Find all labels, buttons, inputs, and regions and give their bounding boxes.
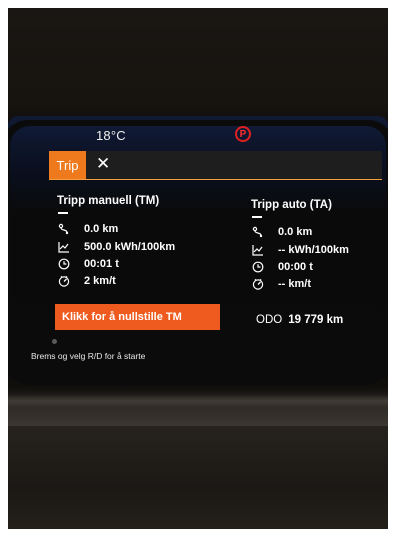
odometer-value: 19 779 km — [288, 314, 344, 326]
trip-manual-underline — [58, 212, 68, 214]
tab-trip[interactable]: Trip — [49, 151, 86, 179]
consumption-graph-icon — [58, 242, 69, 253]
speedometer-icon — [58, 275, 70, 287]
clock-icon — [58, 258, 70, 270]
trip-auto-time-row: 00:00 t — [252, 260, 313, 274]
trip-auto-distance: 0.0 km — [278, 226, 313, 238]
trip-manual-speed: 2 km/t — [84, 275, 116, 287]
trip-header: Trip ✕ — [49, 151, 382, 180]
trip-manual-title: Tripp manuell (TM) — [57, 195, 160, 207]
close-icon[interactable]: ✕ — [96, 154, 110, 174]
trip-auto-speed-row: -- km/t — [252, 277, 311, 291]
clock-icon — [252, 261, 264, 273]
trip-auto-underline — [252, 216, 262, 218]
odometer-label: ODO — [256, 314, 283, 326]
consumption-graph-icon — [252, 245, 263, 256]
odometer: ODO 19 779 km — [256, 314, 343, 326]
reset-trip-manual-button[interactable]: Klikk for å nullstille TM — [55, 304, 220, 330]
trip-manual-speed-row: 2 km/t — [58, 274, 116, 288]
trip-manual-time-row: 00:01 t — [58, 257, 119, 271]
trip-auto-consumption: -- kWh/100km — [278, 244, 349, 256]
trip-manual-distance: 0.0 km — [84, 223, 119, 235]
dashboard-lower — [8, 426, 388, 529]
trip-auto-consumption-row: -- kWh/100km — [252, 243, 349, 257]
dashboard-reflection — [8, 394, 388, 408]
trip-auto-title: Tripp auto (TA) — [251, 199, 332, 211]
trip-auto-speed: -- km/t — [278, 278, 311, 290]
outside-temperature: 18°C — [96, 128, 126, 143]
trip-manual-consumption-row: 500.0 kWh/100km — [58, 240, 175, 254]
status-indicator-dot — [52, 339, 57, 344]
start-instruction: Brems og velg R/D for å starte — [31, 351, 146, 361]
distance-icon — [58, 223, 69, 235]
trip-auto-time: 00:00 t — [278, 261, 313, 273]
distance-icon — [252, 226, 263, 238]
trip-manual-time: 00:01 t — [84, 258, 119, 270]
trip-auto-distance-row: 0.0 km — [252, 225, 312, 239]
trip-manual-distance-row: 0.0 km — [58, 222, 118, 236]
speedometer-icon — [252, 278, 264, 290]
parking-brake-icon: P — [235, 126, 251, 142]
trip-manual-consumption: 500.0 kWh/100km — [84, 241, 176, 253]
